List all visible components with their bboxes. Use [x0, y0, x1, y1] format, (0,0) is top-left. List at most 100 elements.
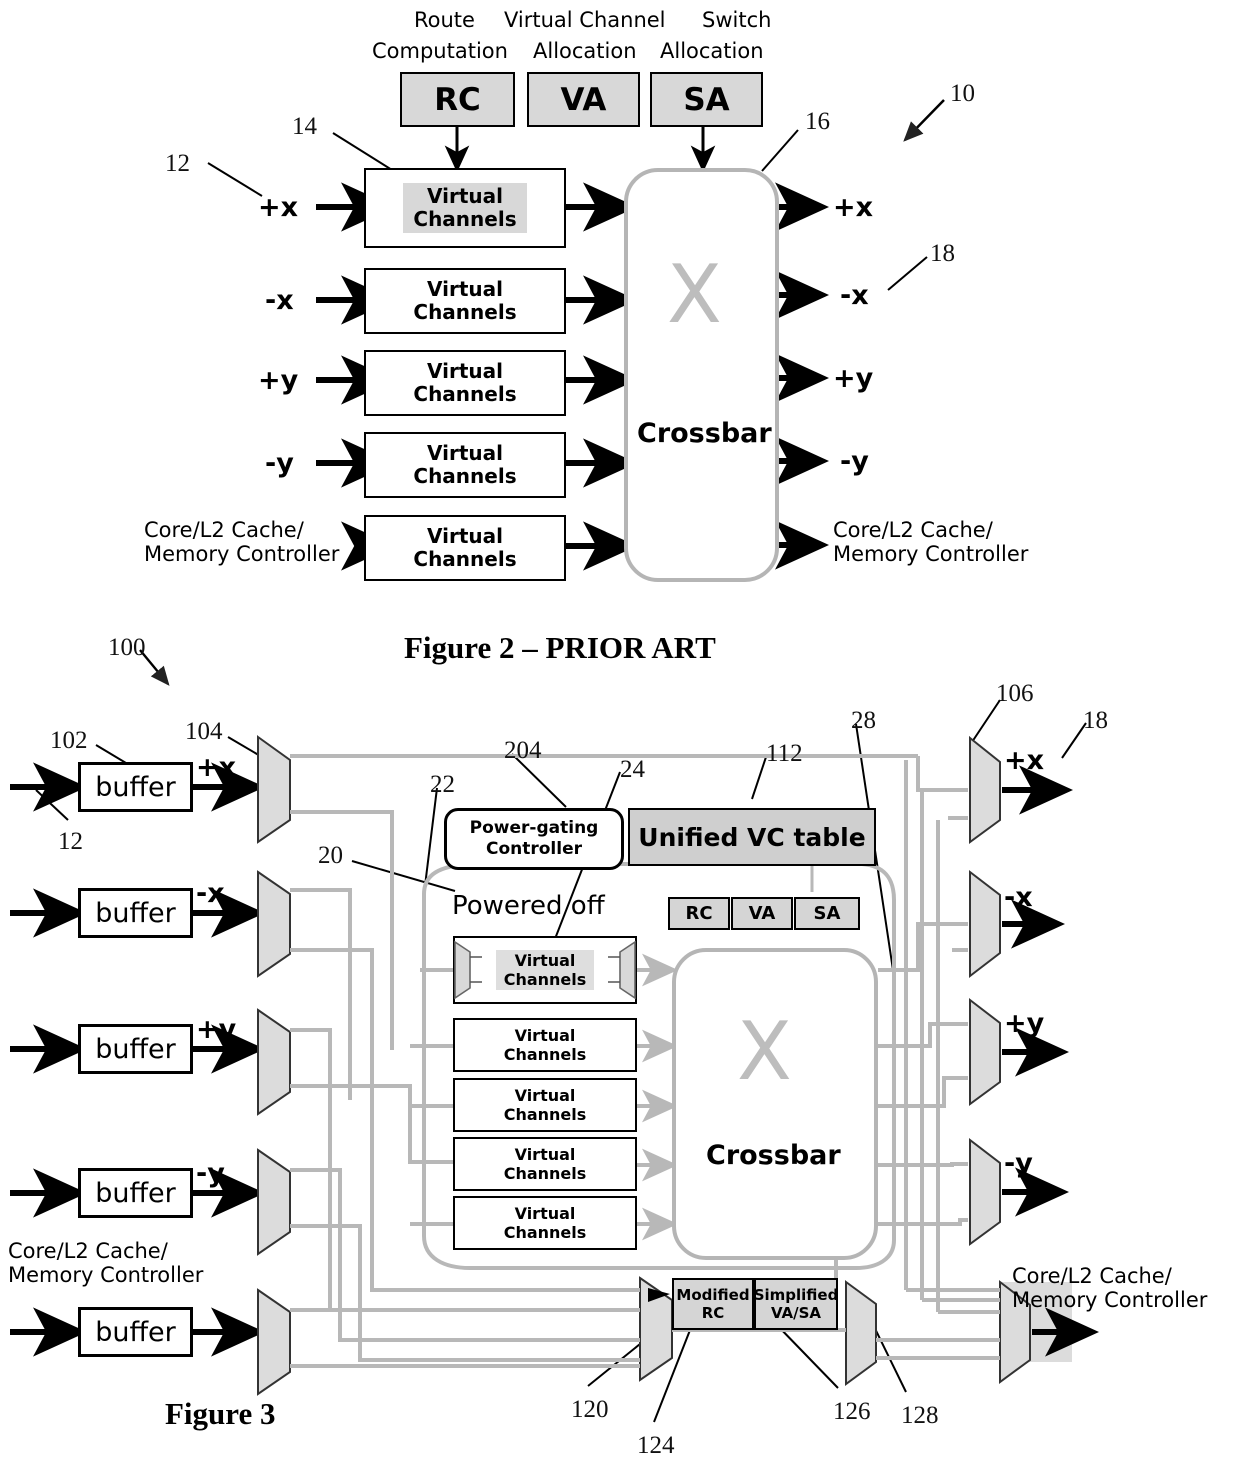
ref-20-fig3: 20: [318, 842, 343, 869]
unified-vc-table-box: Unified VC table: [628, 808, 876, 866]
ref-10-fig2: 10: [950, 80, 975, 107]
fig3-output-label-plus-y: +y: [1004, 1008, 1045, 1039]
ref-100-fig3: 100: [108, 634, 146, 661]
fig3-crossbar-label: Crossbar: [706, 1140, 841, 1171]
fig3-vc-line2: Channels: [503, 970, 587, 989]
fig3-vc-line1: Virtual: [514, 1086, 576, 1105]
sa-unit-title-line1: Switch: [702, 8, 772, 32]
fig3-buffer-minus-y: buffer: [78, 1168, 193, 1218]
fig3-crossbar-glyph: X: [737, 1005, 792, 1098]
ref-12-fig3: 12: [58, 828, 83, 855]
ref-24-fig3: 24: [620, 756, 645, 783]
fig2-vc-line1: Virtual: [427, 184, 503, 208]
fig2-vc-line1: Virtual: [427, 277, 503, 301]
fig2-output-label-minus-y: -y: [840, 446, 869, 477]
fig2-output-label-minus-x: -x: [840, 280, 869, 311]
fig3-input-label-minus-x: -x: [196, 878, 225, 909]
fig3-output-label-minus-x: -x: [1004, 882, 1033, 913]
modified-rc-line2: RC: [701, 1304, 725, 1322]
fig3-sa-box: SA: [794, 897, 860, 930]
simplified-va-sa-line1: Simplified: [753, 1286, 839, 1304]
fig3-vc-line1: Virtual: [514, 1145, 576, 1164]
ref-112-fig3: 112: [766, 740, 803, 767]
fig3-input-label-minus-y: -y: [196, 1158, 225, 1189]
fig2-input-label-minus-y: -y: [265, 448, 294, 479]
fig2-input-label-plus-y: +y: [258, 365, 299, 396]
fig2-input-label-minus-x: -x: [265, 285, 294, 316]
ref-18-fig3: 18: [1083, 707, 1108, 734]
fig2-vc-line2: Channels: [413, 207, 517, 231]
ref-106-fig3: 106: [996, 680, 1034, 707]
ref-102-fig3: 102: [50, 727, 88, 754]
rc-unit-box: RC: [400, 72, 515, 127]
sa-unit-title-line2: Allocation: [660, 39, 764, 63]
fig2-vc-line1: Virtual: [427, 359, 503, 383]
fig2-output-label-core: Core/L2 Cache/ Memory Controller: [833, 518, 1029, 566]
ref-204-fig3: 204: [504, 737, 542, 764]
patent-figure-sheet: Route Computation Virtual Channel Alloca…: [0, 0, 1240, 1460]
fig3-vc-box-1: Virtual Channels: [453, 1018, 637, 1072]
modified-rc-line1: Modified: [676, 1286, 750, 1304]
fig3-vc-line2: Channels: [503, 1105, 587, 1124]
fig3-vc-line2: Channels: [503, 1223, 587, 1242]
rc-unit-title-line1: Route: [414, 8, 475, 32]
fig2-input-label-core: Core/L2 Cache/ Memory Controller: [144, 518, 340, 566]
fig3-input-label-plus-x: +x: [196, 752, 237, 783]
fig2-vc-box-4: Virtual Channels: [364, 515, 566, 581]
fig3-vc-box-3: Virtual Channels: [453, 1137, 637, 1191]
power-gating-controller-line1: Power-gating: [469, 818, 599, 838]
fig3-vc-line2: Channels: [503, 1045, 587, 1064]
fig3-buffer-plus-y: buffer: [78, 1024, 193, 1074]
va-unit-box: VA: [527, 72, 640, 127]
fig3-vc-line2: Channels: [503, 1164, 587, 1183]
fig3-input-label-core: Core/L2 Cache/ Memory Controller: [8, 1239, 204, 1287]
fig3-vc-line1: Virtual: [514, 1026, 576, 1045]
ref-120-fig3: 120: [571, 1396, 609, 1423]
fig3-vc-line1: Virtual: [514, 951, 576, 970]
fig3-va-box: VA: [731, 897, 793, 930]
simplified-va-sa-box: Simplified VA/SA: [754, 1278, 838, 1330]
fig3-buffer-plus-x: buffer: [78, 762, 193, 812]
fig3-output-label-plus-x: +x: [1004, 745, 1045, 776]
fig2-vc-line1: Virtual: [427, 441, 503, 465]
fig2-crossbar-glyph: X: [667, 248, 722, 341]
fig2-vc-box-2: Virtual Channels: [364, 350, 566, 416]
modified-rc-box: Modified RC: [672, 1278, 754, 1330]
powered-off-label: Powered off: [452, 891, 605, 921]
power-gating-controller-box: Power-gating Controller: [444, 808, 624, 870]
rc-unit-title-line2: Computation: [372, 39, 508, 63]
fig2-vc-box-0: Virtual Channels: [364, 168, 566, 248]
fig3-vc-box-4: Virtual Channels: [453, 1196, 637, 1250]
fig3-vc-box-2: Virtual Channels: [453, 1078, 637, 1132]
ref-12-fig2: 12: [165, 150, 190, 177]
sa-unit-box: SA: [650, 72, 763, 127]
fig2-vc-line2: Channels: [413, 300, 517, 324]
fig2-vc-line2: Channels: [413, 547, 517, 571]
fig3-buffer-core: buffer: [78, 1307, 193, 1357]
ref-16-fig2: 16: [805, 108, 830, 135]
ref-124-fig3: 124: [637, 1432, 675, 1459]
ref-126-fig3: 126: [833, 1398, 871, 1425]
fig2-input-label-plus-x: +x: [258, 192, 299, 223]
figure-2-caption: Figure 2 – PRIOR ART: [404, 630, 716, 665]
figure-3-caption: Figure 3: [165, 1396, 276, 1431]
va-unit-title-line2: Allocation: [533, 39, 637, 63]
fig3-output-label-minus-y: -y: [1004, 1148, 1033, 1179]
fig3-rc-box: RC: [668, 897, 730, 930]
ref-128-fig3: 128: [901, 1402, 939, 1429]
ref-104-fig3: 104: [185, 718, 223, 745]
fig2-crossbar-box: [624, 168, 779, 582]
fig2-output-label-plus-y: +y: [833, 363, 874, 394]
ref-14-fig2: 14: [292, 113, 317, 140]
fig3-vc-box-0: Virtual Channels: [453, 936, 637, 1004]
fig2-output-label-plus-x: +x: [833, 192, 874, 223]
fig2-vc-line1: Virtual: [427, 524, 503, 548]
fig2-vc-line2: Channels: [413, 464, 517, 488]
ref-18-fig2: 18: [930, 240, 955, 267]
simplified-va-sa-line2: VA/SA: [770, 1304, 822, 1322]
fig2-crossbar-label: Crossbar: [637, 418, 772, 449]
fig3-crossbar-box: [672, 948, 878, 1260]
fig2-vc-box-3: Virtual Channels: [364, 432, 566, 498]
fig3-buffer-minus-x: buffer: [78, 888, 193, 938]
ref-22-fig3: 22: [430, 771, 455, 798]
